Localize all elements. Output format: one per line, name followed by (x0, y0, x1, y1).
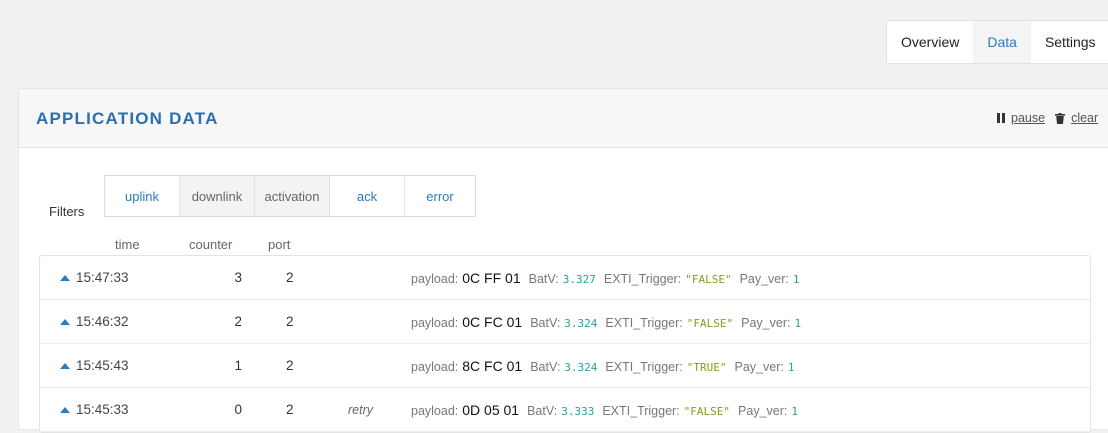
column-header-counter: counter (189, 237, 233, 252)
row-counter: 0 (234, 402, 242, 417)
table-row[interactable]: 15:45:43 1 2 payload: 8C FC 01 BatV: 3.324 E… (40, 344, 1090, 388)
field-value: "TRUE" (686, 361, 727, 374)
filter-ack-button[interactable]: ack (330, 176, 405, 216)
field-value: 3.324 (564, 317, 598, 330)
row-counter: 3 (234, 270, 242, 285)
field-value: 1 (794, 317, 802, 330)
clear-label: clear (1071, 111, 1099, 125)
application-data-panel: APPLICATION DATA pause clear Filters upl… (18, 88, 1108, 433)
payload-label: payload: (411, 272, 459, 286)
clear-button[interactable]: clear (1055, 111, 1098, 125)
row-time: 15:45:43 (76, 358, 129, 373)
tab-settings[interactable]: Settings (1031, 21, 1108, 63)
field-key: BatV: (530, 316, 561, 330)
field-value: "FALSE" (686, 317, 734, 330)
tab-overview[interactable]: Overview (887, 21, 973, 63)
row-port: 2 (286, 402, 294, 417)
field-key: EXTI_Trigger: (603, 272, 682, 286)
row-counter: 2 (234, 314, 242, 329)
payload-bytes: 0D 05 01 (462, 402, 520, 418)
row-payload: payload: 8C FC 01 BatV: 3.324 EXTI_Trigger: "… (411, 358, 802, 374)
pause-button[interactable]: pause (997, 111, 1045, 125)
row-time: 15:46:32 (76, 314, 129, 329)
row-port: 2 (286, 358, 294, 373)
payload-bytes: 0C FC 01 (462, 314, 523, 330)
row-note: retry (348, 403, 373, 417)
field-value: "FALSE" (685, 273, 732, 286)
field-value: 1 (787, 361, 795, 374)
panel-title: APPLICATION DATA (36, 109, 219, 128)
field-value: 3.327 (562, 273, 596, 286)
pause-icon (997, 113, 1005, 123)
uplink-arrow-icon (60, 363, 70, 369)
field-value: 3.333 (561, 405, 595, 418)
field-key: BatV: (528, 272, 559, 286)
table-row[interactable]: 15:47:33 3 2 payload: 0C FF 01 BatV: 3.327 E… (40, 256, 1090, 300)
field-value: 1 (792, 273, 800, 286)
filter-downlink-button[interactable]: downlink (180, 176, 255, 216)
row-port: 2 (286, 314, 294, 329)
uplink-arrow-icon (60, 319, 70, 325)
trash-icon (1055, 112, 1066, 124)
row-port: 2 (286, 270, 294, 285)
tab-data[interactable]: Data (973, 21, 1031, 63)
filter-error-button[interactable]: error (405, 176, 475, 216)
row-payload: payload: 0D 05 01 BatV: 3.333 EXTI_Trigger: "… (411, 402, 806, 418)
data-table: 15:47:33 3 2 payload: 0C FF 01 BatV: 3.327 E… (39, 255, 1091, 433)
field-key: EXTI_Trigger: (605, 316, 683, 330)
table-row[interactable]: 15:45:33 0 2 retry payload: 0D 05 01 BatV:… (40, 388, 1090, 432)
column-header-time: time (115, 237, 140, 252)
row-payload: payload: 0C FC 01 BatV: 3.324 EXTI_Trigger: "… (411, 314, 809, 330)
field-key: Pay_ver: (738, 404, 788, 418)
field-value: 1 (791, 405, 798, 418)
row-time: 15:45:33 (76, 402, 129, 417)
pause-label: pause (1011, 111, 1046, 125)
payload-bytes: 0C FF 01 (462, 270, 521, 286)
filter-group: uplink downlink activation ack error (104, 175, 476, 217)
field-value: "FALSE" (683, 405, 731, 418)
table-row[interactable]: 15:46:32 2 2 payload: 0C FC 01 BatV: 3.324 E… (40, 300, 1090, 344)
field-key: EXTI_Trigger: (602, 404, 680, 418)
field-key: BatV: (530, 360, 561, 374)
uplink-arrow-icon (60, 407, 70, 413)
field-value: 3.324 (564, 361, 598, 374)
top-nav: Overview Data Settings (886, 20, 1108, 64)
payload-label: payload: (411, 404, 459, 418)
field-key: EXTI_Trigger: (605, 360, 683, 374)
filters-label: Filters (49, 204, 85, 219)
row-time: 15:47:33 (76, 270, 129, 285)
column-header-port: port (268, 237, 291, 252)
field-key: BatV: (527, 404, 558, 418)
filter-activation-button[interactable]: activation (255, 176, 330, 216)
payload-label: payload: (411, 316, 459, 330)
field-key: Pay_ver: (741, 316, 791, 330)
field-key: Pay_ver: (739, 272, 789, 286)
row-payload: payload: 0C FF 01 BatV: 3.327 EXTI_Trigger: "… (411, 270, 808, 286)
uplink-arrow-icon (60, 275, 70, 281)
row-counter: 1 (234, 358, 242, 373)
payload-bytes: 8C FC 01 (462, 358, 523, 374)
filter-uplink-button[interactable]: uplink (105, 176, 180, 216)
panel-actions: pause clear (997, 111, 1108, 125)
field-key: Pay_ver: (734, 360, 784, 374)
panel-header: APPLICATION DATA pause clear (19, 89, 1108, 148)
payload-label: payload: (411, 360, 459, 374)
